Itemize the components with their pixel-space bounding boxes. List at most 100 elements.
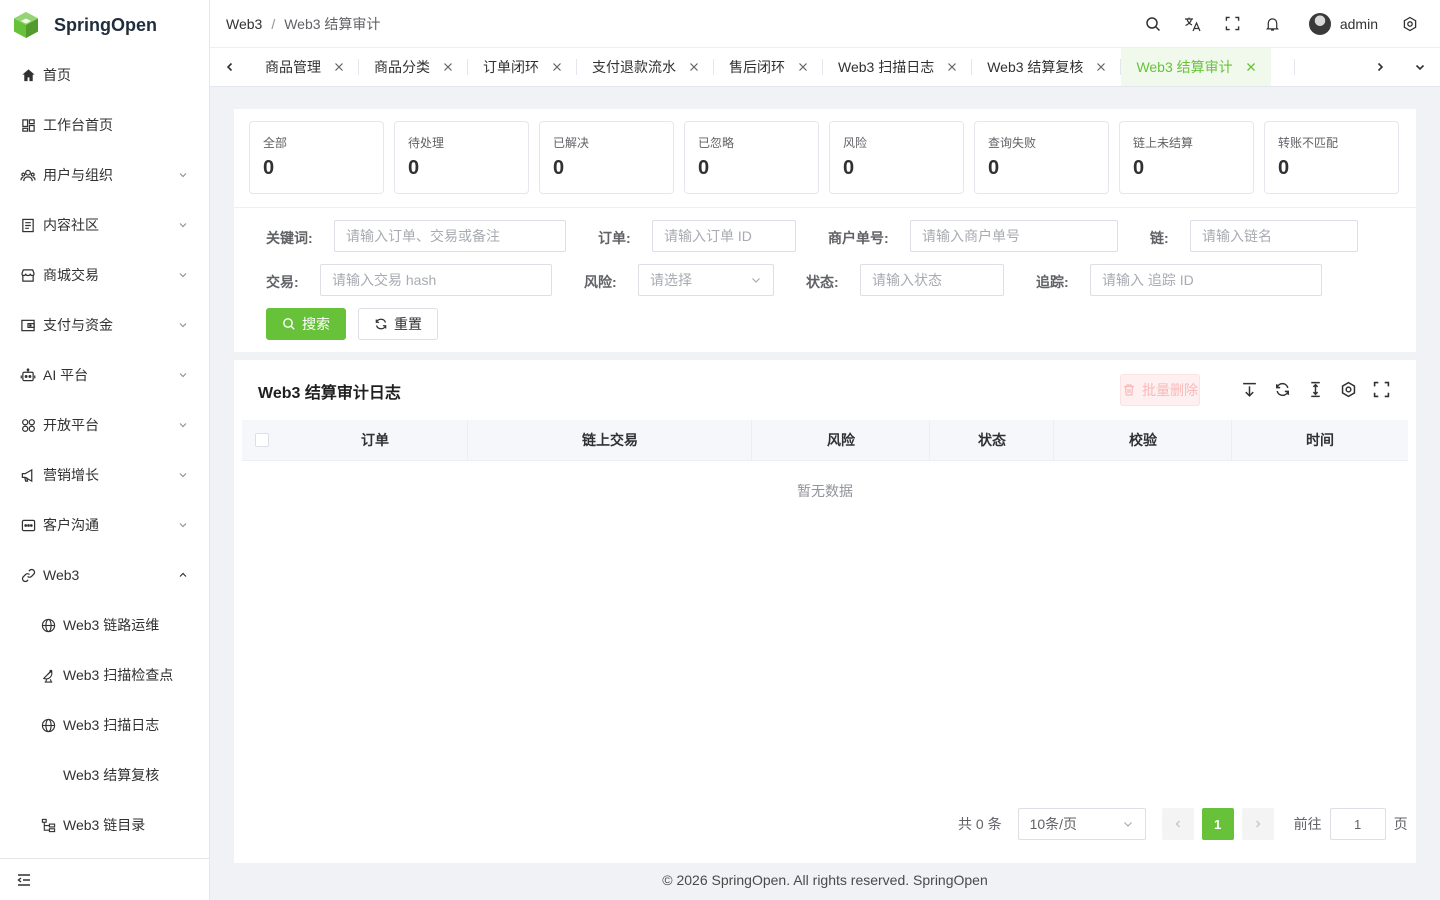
gear-icon[interactable]: [1400, 14, 1420, 34]
stat-card-query-failed[interactable]: 查询失败 0: [974, 121, 1109, 194]
breadcrumb-item[interactable]: Web3: [226, 16, 262, 32]
shop-icon: [20, 267, 36, 283]
tab-label: 商品管理: [265, 59, 321, 75]
sidebar-item-web3-chain-ops[interactable]: Web3 链路运维: [0, 600, 209, 650]
tab-order-loop[interactable]: 订单闭环: [468, 48, 577, 86]
search-button[interactable]: 搜索: [266, 308, 346, 340]
close-icon[interactable]: [551, 61, 563, 73]
sidebar-item-label: 营销增长: [43, 467, 99, 483]
tabs-scroll-right-button[interactable]: [1360, 48, 1400, 86]
username[interactable]: admin: [1340, 16, 1378, 32]
translate-icon[interactable]: [1183, 14, 1203, 34]
sidebar-item-content[interactable]: 内容社区: [0, 200, 209, 250]
tabs-bar: 商品管理 商品分类 订单闭环 支付退款流水 售后闭环 Web3 扫描日志 Web…: [210, 48, 1440, 87]
sidebar-item-web3-checkpoints[interactable]: Web3 扫描检查点: [0, 650, 209, 700]
stat-card-risk[interactable]: 风险 0: [829, 121, 964, 194]
chevron-down-icon: [179, 423, 187, 428]
close-icon[interactable]: [333, 61, 345, 73]
stat-label: 已解决: [553, 136, 590, 150]
merchant-no-input[interactable]: [910, 220, 1118, 252]
page-number-button[interactable]: 1: [1201, 808, 1234, 840]
sidebar-item-shop[interactable]: 商城交易: [0, 250, 209, 300]
fullscreen-icon[interactable]: [1373, 381, 1390, 398]
chevron-down-icon: [179, 223, 187, 228]
sidebar-item-web3-settlement-review[interactable]: Web3 结算复核: [0, 750, 209, 800]
chain-input[interactable]: [1190, 220, 1358, 252]
stat-card-all[interactable]: 全部 0: [249, 121, 384, 194]
risk-select[interactable]: 请选择: [638, 264, 774, 296]
logo[interactable]: SpringOpen: [0, 0, 209, 50]
tabs-scroll-left-button[interactable]: [210, 48, 250, 86]
close-icon[interactable]: [1095, 61, 1107, 73]
column-header[interactable]: 链上交易: [468, 419, 752, 461]
close-icon[interactable]: [442, 61, 454, 73]
tab-web3-scan-logs[interactable]: Web3 扫描日志: [823, 48, 973, 86]
reset-button[interactable]: 重置: [358, 308, 438, 340]
sidebar-collapse-button[interactable]: [0, 858, 209, 900]
column-header[interactable]: 风险: [752, 419, 930, 461]
page-size-select[interactable]: 10条/页: [1017, 808, 1146, 840]
status-input[interactable]: [860, 264, 1004, 296]
sidebar-item-label: 客户沟通: [43, 517, 99, 533]
tab-web3-settlement-audit[interactable]: Web3 结算审计: [1121, 48, 1271, 86]
tab-product-category[interactable]: 商品分类: [359, 48, 468, 86]
bell-icon[interactable]: [1263, 14, 1283, 34]
sidebar-item-marketing[interactable]: 营销增长: [0, 450, 209, 500]
close-icon[interactable]: [946, 61, 958, 73]
chevron-right-icon: [1255, 820, 1260, 828]
tx-hash-input[interactable]: [320, 264, 552, 296]
chevron-down-icon: [179, 273, 187, 278]
globe-icon: [40, 717, 56, 733]
stat-card-resolved[interactable]: 已解决 0: [539, 121, 674, 194]
batch-delete-button[interactable]: 批量删除: [1120, 374, 1200, 406]
avatar[interactable]: [1308, 12, 1331, 35]
sidebar-item-workbench[interactable]: 工作台首页: [0, 100, 209, 150]
sidebar-item-label: 工作台首页: [43, 117, 113, 133]
column-header[interactable]: 校验: [1054, 419, 1232, 461]
sidebar-item-users[interactable]: 用户与组织: [0, 150, 209, 200]
tab-payment-refund-flow[interactable]: 支付退款流水: [577, 48, 714, 86]
stat-label: 待处理: [408, 136, 445, 150]
close-icon[interactable]: [1245, 61, 1257, 73]
close-icon[interactable]: [797, 61, 809, 73]
column-height-icon[interactable]: [1307, 381, 1324, 398]
fullscreen-icon[interactable]: [1223, 14, 1243, 34]
select-all-checkbox[interactable]: [255, 432, 269, 447]
column-header[interactable]: 订单: [282, 419, 468, 461]
column-header[interactable]: 状态: [930, 419, 1054, 461]
stat-value: 0: [698, 157, 710, 179]
header-actions: admin: [1133, 12, 1440, 35]
settings-icon[interactable]: [1340, 381, 1357, 398]
prev-page-button[interactable]: [1161, 808, 1194, 840]
stat-card-ignored[interactable]: 已忽略 0: [684, 121, 819, 194]
stat-card-pending[interactable]: 待处理 0: [394, 121, 529, 194]
sidebar-item-home[interactable]: 首页: [0, 50, 209, 100]
sidebar-item-web3-chain-catalog[interactable]: Web3 链目录: [0, 800, 209, 850]
close-icon[interactable]: [688, 61, 700, 73]
sidebar-item-web3-scan-logs[interactable]: Web3 扫描日志: [0, 700, 209, 750]
stat-value: 0: [1278, 157, 1290, 179]
order-input[interactable]: [652, 220, 796, 252]
search-icon[interactable]: [1143, 14, 1163, 34]
keyword-input[interactable]: [334, 220, 566, 252]
next-page-button[interactable]: [1241, 808, 1274, 840]
goto-page-input[interactable]: [1329, 808, 1386, 840]
tabs-menu-button[interactable]: [1400, 48, 1440, 86]
tab-web3-settlement-review[interactable]: Web3 结算复核: [972, 48, 1122, 86]
sidebar-item-web3[interactable]: Web3: [0, 550, 209, 600]
column-header[interactable]: 时间: [1232, 420, 1408, 461]
stat-value: 0: [553, 157, 565, 179]
trace-id-input[interactable]: [1090, 264, 1322, 296]
grid-icon: [20, 417, 36, 433]
tab-product-management[interactable]: 商品管理: [250, 48, 359, 86]
sidebar-item-ai[interactable]: AI 平台: [0, 350, 209, 400]
sidebar-item-payment[interactable]: 支付与资金: [0, 300, 209, 350]
stat-card-unsettled[interactable]: 链上未结算 0: [1119, 121, 1254, 194]
sidebar-item-open-platform[interactable]: 开放平台: [0, 400, 209, 450]
chevron-left-icon: [1175, 820, 1180, 828]
export-icon[interactable]: [1241, 381, 1258, 398]
sidebar-item-customer[interactable]: 客户沟通: [0, 500, 209, 550]
tab-after-sales-loop[interactable]: 售后闭环: [714, 48, 823, 86]
stat-card-transfer-mismatch[interactable]: 转账不匹配 0: [1264, 121, 1399, 194]
refresh-icon[interactable]: [1274, 381, 1291, 398]
